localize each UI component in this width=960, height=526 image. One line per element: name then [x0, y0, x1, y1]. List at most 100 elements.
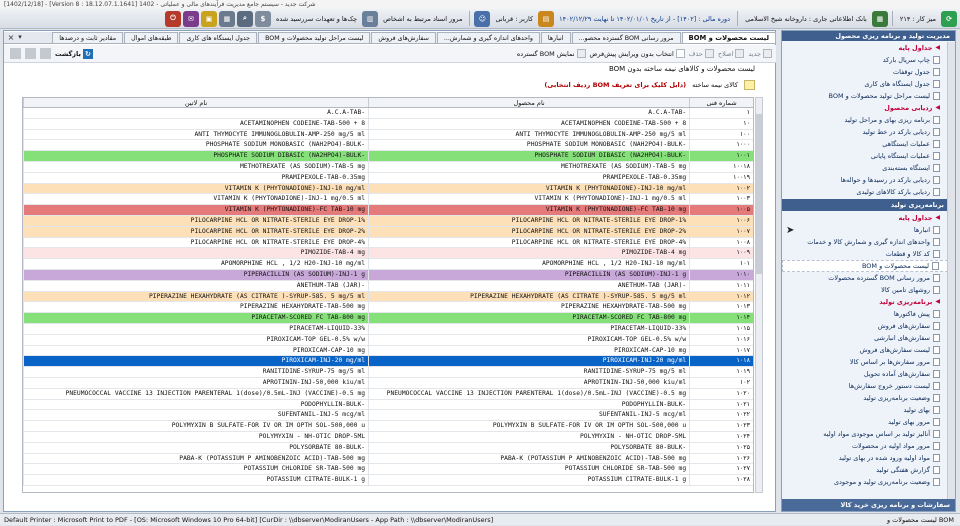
table-row[interactable]: PILOCARPINE HCL OR NITRATE-STERILE EYE D…	[23, 237, 753, 249]
calculator-icon[interactable]: ▦	[218, 10, 235, 27]
nav-item[interactable]: آنالیز تولید بر اساس موجودی مواد اولیه	[782, 428, 948, 440]
table-row[interactable]: PIMOZIDE-TAB-4 mg PIMOZIDE-TAB-4 mg ۱۰۰۹	[23, 248, 753, 260]
table-row[interactable]: PRAMIPEXOLE-TAB-0.35mg PRAMIPEXOLE-TAB-0.…	[23, 172, 753, 184]
delete-button[interactable]: حذف	[689, 49, 714, 58]
refresh-icon[interactable]: ⟳	[941, 10, 957, 27]
tab[interactable]: لیست محصولات و BOM	[681, 32, 776, 43]
new-button[interactable]: جدید	[748, 49, 772, 58]
nav-scrollbar[interactable]	[947, 42, 955, 500]
table-row[interactable]: PIROXICAM-INJ-20 mg/ml PIROXICAM-INJ-20 m…	[23, 356, 753, 368]
pin-icon[interactable]: ▾	[16, 32, 24, 43]
panel-footer[interactable]: سفارشات و برنامه ریزی خرید کالا	[782, 499, 955, 511]
nav-item[interactable]: جدول توقفات	[782, 66, 948, 78]
nav-section[interactable]: ◀ ردیابی محصول	[782, 102, 948, 114]
tab[interactable]: انبارها	[540, 32, 571, 43]
table-row[interactable]: PIPERAZINE HEXAHYDRATE (AS CITRATE )-SYR…	[23, 291, 753, 303]
lock-icon[interactable]: ▣	[200, 10, 217, 27]
nav-item[interactable]: لیست مراحل تولید محصولات و BOM	[782, 90, 948, 102]
mail-icon[interactable]: ✉	[182, 10, 199, 27]
nav-item[interactable]: مرور بهای تولید	[782, 416, 948, 428]
table-row[interactable]: PIPERACILLIN (AS SODIUM)-INJ-1 g PIPERACI…	[23, 269, 753, 281]
nav-item[interactable]: وضعیت برنامه‌ریزی تولید و موجودی	[782, 476, 948, 488]
table-row[interactable]: PIROXICAM-TOP GEL-0.5% w/w PIROXICAM-TOP …	[23, 334, 753, 346]
checks-button[interactable]: چک‌ها و تعهدات سررسید شده	[273, 15, 360, 23]
close-icon[interactable]: ×	[6, 32, 16, 43]
table-row[interactable]: A.C.A-TAB- A.C.A-TAB- ۱	[23, 108, 753, 119]
nav-item[interactable]: ایستگاه بسته‌بندی	[782, 162, 948, 174]
table-row[interactable]: POLYSORBATE 80-BULK- POLYSORBATE 80-BULK-…	[23, 442, 753, 454]
scroll-thumb[interactable]	[756, 114, 762, 274]
header-product-name[interactable]: نام محصول	[368, 98, 689, 107]
nav-item[interactable]: واحدهای اندازه گیری و شمارش کالا و خدمات	[782, 236, 948, 248]
nav-item[interactable]: گزارش هفتگی تولید	[782, 464, 948, 476]
table-row[interactable]: RANITIDINE-SYRUP-75 mg/5 ml RANITIDINE-SY…	[23, 367, 753, 378]
nav-item[interactable]: سفارش‌های انبارشی	[782, 332, 948, 344]
table-row[interactable]: PNEUMOCOCCAL VACCINE 13 INJECTION PARENT…	[23, 388, 753, 400]
nav-item[interactable]: مرور سفارش‌ها بر اساس کالا	[782, 356, 948, 368]
nav-item[interactable]: ردیابی بارکد کالاهای تولیدی	[782, 186, 948, 198]
table-row[interactable]: POLYMYXIN - NH-OTIC DROP-5ML POLYMYXIN - …	[23, 431, 753, 443]
table-row[interactable]: APROTININ-INJ-50,000 kiu/ml APROTININ-INJ…	[23, 377, 753, 389]
tab[interactable]: مرور رسانی BOM گسترده محصو...	[571, 32, 681, 43]
table-row[interactable]: PILOCARPINE HCL OR NITRATE-STERILE EYE D…	[23, 226, 753, 238]
table-row[interactable]: POLYMYXIN B SULFATE-FOR IV OR IM OPTH SO…	[23, 421, 753, 432]
nav-item[interactable]: کد کالا و قطعات	[782, 248, 948, 260]
table-row[interactable]: PIRACETAM-LIQUID-33% PIRACETAM-LIQUID-33%…	[23, 323, 753, 335]
table-row[interactable]: PABA-K (POTASSIUM P AMINOBENZOIC ACID)-T…	[23, 453, 753, 465]
table-row[interactable]: ANTI THYMOCYTE IMMUNOGLOBULIN-AMP-250 mg…	[23, 129, 753, 141]
tab[interactable]: سفارش‌های فروش	[371, 32, 436, 43]
table-row[interactable]: PIROXICAM-CAP-10 mg PIROXICAM-CAP-10 mg ۱۰…	[23, 345, 753, 357]
nav-item[interactable]: چاپ سریال بارکد	[782, 54, 948, 66]
table-row[interactable]: ANETHUM-TAB (JAR)- ANETHUM-TAB (JAR)- ۱۰۱۱	[23, 280, 753, 292]
database-icon[interactable]: ▦	[871, 10, 888, 27]
tab[interactable]: مقادیر ثابت و درصدها	[52, 32, 124, 43]
table-row[interactable]: PODOPHYLLIN-BULK- PODOPHYLLIN-BULK- ۱۰۲۱	[23, 399, 753, 411]
nav-item[interactable]: جدول ایستگاه های کاری	[782, 78, 948, 90]
table-row[interactable]: PILOCARPINE HCL OR NITRATE-STERILE EYE D…	[23, 215, 753, 227]
edit-button[interactable]: اصلاح	[718, 49, 745, 58]
table-scrollbar[interactable]	[755, 97, 763, 493]
table-row[interactable]: ACETAMINOPHEN CODEINE-TAB-500 + 8 ACETAMI…	[23, 118, 753, 130]
checks-icon[interactable]: $	[254, 10, 271, 27]
table-row[interactable]: PHOSPHATE SODIUM DIBASIC (NA2HPO4)-BULK-…	[23, 151, 753, 162]
table-row[interactable]: VITAMIN K (PHYTONADIONE)-INJ-1 mg/0.5 ml…	[23, 194, 753, 206]
linked-docs-button[interactable]: مرور اسناد مرتبط به اشخاص	[380, 15, 465, 23]
period-label[interactable]: دوره مالی : [۱۴۰۲] - از تاریخ ۱۴۰۲/۰۱/۰۱…	[556, 15, 733, 23]
table-row[interactable]: POTASSIUM CITRATE-BULK-1 g POTASSIUM CITR…	[23, 475, 753, 486]
table-row[interactable]: VITAMIN K (PHYTONADIONE)-INJ-10 mg/ml VIT…	[23, 183, 753, 195]
nav-item[interactable]: لیست سفارش‌های فروش	[782, 344, 948, 356]
tab[interactable]: واحدهای اندازه گیری و شمارش...	[436, 32, 540, 43]
nav-item[interactable]: عملیات ایستگاه پایانی	[782, 150, 948, 162]
nav-item[interactable]: وضعیت برنامه‌ریزی تولید	[782, 392, 948, 404]
print-icon[interactable]	[40, 48, 51, 59]
nav-item[interactable]: برنامه ریزی بهای و مراحل تولید	[782, 114, 948, 126]
table-row[interactable]: PIRACETAM-SCORED FC TAB-800 mg PIRACETAM-…	[23, 313, 753, 324]
nav-item[interactable]: پیش فاکتورها	[782, 308, 948, 320]
nav-section[interactable]: ◀ جداول پایه	[782, 42, 948, 54]
docs-icon[interactable]: ▥	[362, 10, 379, 27]
search-icon[interactable]: ⌕	[236, 10, 253, 27]
power-icon[interactable]: ⏻	[164, 10, 181, 27]
nav-item[interactable]: مواد اولیه ورود شده در بهای تولید	[782, 452, 948, 464]
table-row[interactable]: SUFENTANIL-INJ-5 mcg/ml SUFENTANIL-INJ-5 …	[23, 410, 753, 422]
nav-item[interactable]: بهای تولید	[782, 404, 948, 416]
nav-section[interactable]: ◀ برنامه‌ریزی تولید	[782, 296, 948, 308]
header-latin-name[interactable]: نام لاتین	[23, 98, 368, 107]
tab[interactable]: جدول ایستگاه های کاری	[179, 32, 258, 43]
table-row[interactable]: PIPERAZINE HEXAHYDRATE-TAB-500 mg PIPERAZ…	[23, 302, 753, 314]
table-row[interactable]: APOMORPHINE HCL , 1/2 H20-INJ-10 mg/ml AP…	[23, 259, 753, 270]
no-edit-checkbox[interactable]: انتخاب بدون ویرایش پیش‌فرض	[590, 49, 685, 58]
back-button[interactable]: ↻ بازگشت	[55, 48, 93, 59]
nav-item[interactable]: عملیات ایستگاهی	[782, 138, 948, 150]
nav-item[interactable]: لیست محصولات و BOM	[782, 260, 948, 272]
settings-icon[interactable]	[10, 48, 21, 59]
export-icon[interactable]	[25, 48, 36, 59]
nav-item[interactable]: ردیابی بارکد در خط تولید	[782, 126, 948, 138]
nav-item[interactable]: لیست دستور خروج سفارش‌ها	[782, 380, 948, 392]
header-code[interactable]: شماره فنی	[689, 98, 753, 107]
nav-item[interactable]: مرور رسانی BOM گسترده محصولات	[782, 272, 948, 284]
table-row[interactable]: METHOTREXATE (AS SODIUM)-TAB-5 mg METHOTR…	[23, 161, 753, 173]
nav-item[interactable]: مرور مواد اولیه در محصولات	[782, 440, 948, 452]
table-row[interactable]: VITAMIN K (PHYTONADIONE)-FC TAB-10 mg VIT…	[23, 205, 753, 216]
nav-section[interactable]: ◀ جداول پایه	[782, 212, 948, 224]
